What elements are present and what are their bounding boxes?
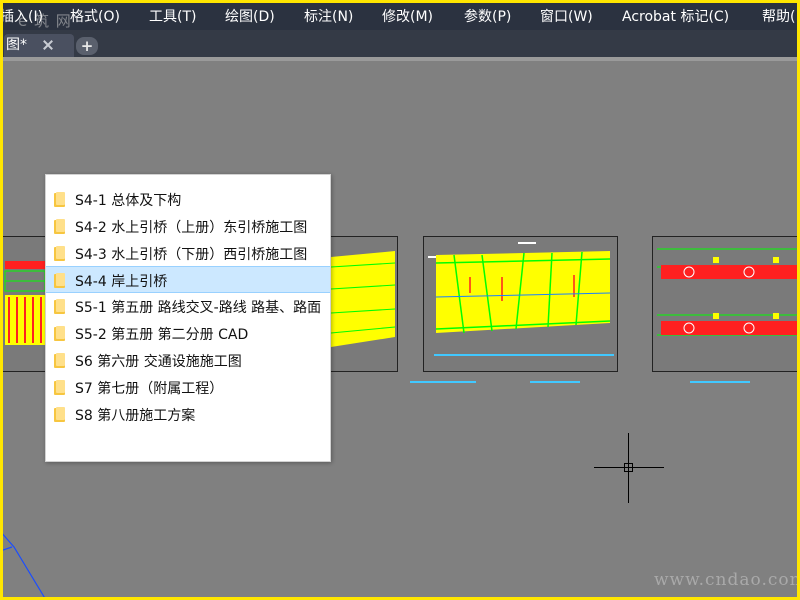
menu-modify[interactable]: 修改(M) [382, 6, 433, 26]
folder-item-label: S5-2 第五册 第二分册 CAD [75, 327, 249, 343]
folder-item-label: S6 第六册 交通设施施工图 [75, 354, 242, 370]
drawing-sheet-1 [0, 236, 46, 372]
menu-format[interactable]: 格式(O) [70, 6, 120, 26]
crosshair-cursor [594, 433, 664, 503]
crosshair-pickbox [624, 463, 633, 472]
folder-item-label: S5-1 第五册 路线交叉-路线 路基、路面 [75, 300, 322, 316]
folder-icon [54, 407, 66, 422]
sheet-1-drawing [4, 261, 46, 345]
menu-bar: e 筑 网 插入(I) 格式(O) 工具(T) 绘图(D) 标注(N) 修改(M… [0, 0, 800, 30]
document-tab-bar: 图* + [0, 30, 800, 58]
annotation-line [690, 381, 750, 383]
annotation-line [530, 381, 580, 383]
sheet-2-drawing [330, 251, 396, 347]
document-tab-label: 图* [6, 37, 27, 53]
menu-tools[interactable]: 工具(T) [149, 6, 196, 26]
folder-item-s6[interactable]: S6 第六册 交通设施施工图 [46, 347, 330, 374]
drawing-sheet-4 [652, 236, 800, 372]
folder-icon [54, 192, 66, 207]
watermark-bottom: www.cndao.com [654, 570, 800, 590]
menu-draw[interactable]: 绘图(D) [225, 6, 275, 26]
menu-dimension[interactable]: 标注(N) [304, 6, 353, 26]
menu-acrobat-markup[interactable]: Acrobat 标记(C) [622, 6, 729, 26]
drawing-sheet-2 [324, 236, 398, 372]
close-icon[interactable] [42, 39, 54, 51]
menu-insert[interactable]: 插入(I) [0, 6, 43, 26]
new-tab-button[interactable]: + [76, 37, 98, 55]
folder-item-s5-1[interactable]: S5-1 第五册 路线交叉-路线 路基、路面 [46, 293, 330, 320]
menu-parameters[interactable]: 参数(P) [464, 6, 511, 26]
folder-item-label: S4-1 总体及下构 [75, 193, 182, 209]
folder-item-label: S4-4 岸上引桥 [75, 274, 168, 290]
folder-icon [54, 273, 66, 288]
folder-icon [54, 299, 66, 314]
document-tab[interactable]: 图* [4, 34, 74, 58]
folder-item-s4-4[interactable]: S4-4 岸上引桥 [46, 266, 330, 293]
folder-icon [54, 353, 66, 368]
folder-item-label: S4-3 水上引桥（下册）西引桥施工图 [75, 247, 308, 263]
folder-item-s7[interactable]: S7 第七册（附属工程） [46, 374, 330, 401]
folder-item-label: S8 第八册施工方案 [75, 408, 196, 424]
blue-polyline [0, 530, 47, 600]
sheet-3-drawing [428, 242, 614, 356]
drawing-sheet-3 [423, 236, 618, 372]
plus-icon: + [80, 37, 94, 55]
menu-window[interactable]: 窗口(W) [540, 6, 593, 26]
folder-item-s5-2[interactable]: S5-2 第五册 第二分册 CAD [46, 320, 330, 347]
folder-item-label: S7 第七册（附属工程） [75, 381, 224, 397]
sheet-4-drawing [657, 248, 800, 336]
folder-item-label: S4-2 水上引桥（上册）东引桥施工图 [75, 220, 308, 236]
folder-icon [54, 219, 66, 234]
folder-item-s8[interactable]: S8 第八册施工方案 [46, 401, 330, 428]
folder-icon [54, 326, 66, 341]
folder-item-s4-2[interactable]: S4-2 水上引桥（上册）东引桥施工图 [46, 213, 330, 240]
folder-icon [54, 380, 66, 395]
annotation-line [410, 381, 476, 383]
folder-item-s4-1[interactable]: S4-1 总体及下构 [46, 186, 330, 213]
folder-list-popup: S4-1 总体及下构 S4-2 水上引桥（上册）东引桥施工图 S4-3 水上引桥… [45, 174, 331, 462]
folder-item-s4-3[interactable]: S4-3 水上引桥（下册）西引桥施工图 [46, 240, 330, 267]
folder-icon [54, 246, 66, 261]
menu-help[interactable]: 帮助( [762, 6, 795, 26]
